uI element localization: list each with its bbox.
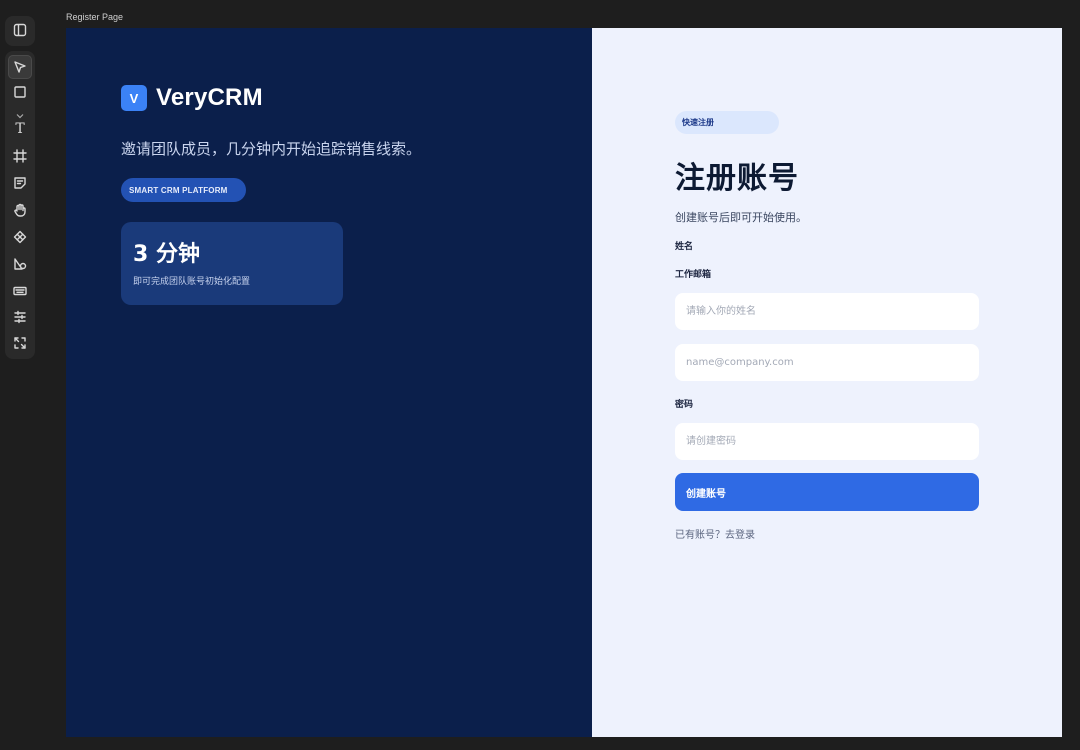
brand-name: VeryCRM [156,84,263,111]
frame-tool[interactable] [8,144,32,168]
page-title: 注册账号 [675,161,799,196]
sidebar-toggle-icon [13,22,27,41]
brand-panel: V VeryCRM 邀请团队成员，几分钟内开始追踪销售线索。 SMART CRM… [66,28,592,737]
register-form-panel: 快速注册 注册账号 创建账号后即可开始使用。 姓名 工作邮箱 密码 创建账号 已… [592,28,1062,737]
sidebar-toggle-button[interactable] [5,16,35,46]
component-tool[interactable] [8,225,32,249]
tool-rail: T [5,51,35,359]
name-input[interactable] [675,293,979,330]
keyboard-tool[interactable] [8,279,32,303]
note-icon [14,177,26,189]
platform-badge: SMART CRM PLATFORM [121,178,246,202]
register-frame: V VeryCRM 邀请团队成员，几分钟内开始追踪销售线索。 SMART CRM… [66,28,1062,737]
sliders-icon [14,310,26,324]
stat-value: 3 分钟 [133,242,200,267]
text-icon: T [15,121,25,137]
email-input[interactable] [675,344,979,381]
login-link[interactable]: 已有账号？去登录 [675,526,755,541]
form-subtitle: 创建账号后即可开始使用。 [675,211,807,224]
password-input[interactable] [675,423,979,460]
hand-icon [14,203,26,217]
adjust-tool[interactable] [8,305,32,329]
create-account-button[interactable]: 创建账号 [675,473,979,511]
stat-caption: 即可完成团队账号初始化配置 [133,277,251,287]
hand-tool[interactable] [8,198,32,222]
frame-icon [13,149,27,163]
tagline: 邀请团队成员，几分钟内开始追踪销售线索。 [121,140,422,158]
email-label: 工作邮箱 [675,270,712,280]
password-label: 密码 [675,400,694,410]
cursor-icon [14,61,26,73]
sticky-note-tool[interactable] [8,171,32,195]
stat-card: 3 分钟 即可完成团队账号初始化配置 [121,222,343,305]
brand: V VeryCRM [121,84,263,112]
keyboard-icon [13,286,27,296]
component-icon [13,230,27,244]
name-label: 姓名 [675,242,694,252]
expand-icon [14,337,26,349]
chevron-down-icon[interactable] [16,104,24,119]
rectangle-tool[interactable] [8,80,32,104]
square-icon [14,86,26,98]
fit-tool[interactable] [8,331,32,355]
text-tool[interactable]: T [8,117,32,141]
select-tool[interactable] [8,55,32,79]
frame-label[interactable]: Register Page [66,12,123,22]
shapes-icon [14,258,27,270]
shapes-tool[interactable] [8,252,32,276]
quick-register-badge: 快速注册 [675,111,779,134]
logo: V [121,85,147,111]
